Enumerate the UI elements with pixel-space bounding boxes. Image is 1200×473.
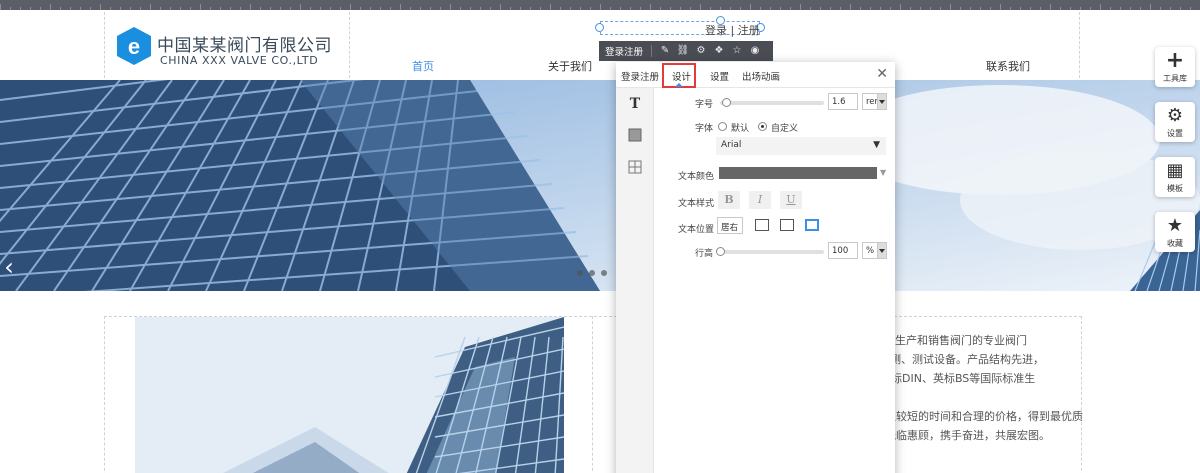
line-height-slider-knob[interactable] (716, 247, 725, 256)
building-photo[interactable] (135, 317, 564, 473)
template-icon: ▦ (1166, 160, 1184, 181)
font-size-label: 字号 (695, 100, 714, 110)
nav-item-about[interactable]: 关于我们 (548, 58, 592, 76)
layers-icon[interactable]: ❖ (710, 42, 728, 60)
toolbox-label: 工具库 (1163, 74, 1187, 83)
font-family-select[interactable]: Arial ▼ (716, 137, 886, 155)
line-height-input[interactable]: 100 (828, 242, 858, 259)
favorite-label: 收藏 (1167, 239, 1183, 248)
edit-icon[interactable]: ✎ (656, 42, 674, 60)
line-height-slider[interactable] (720, 250, 824, 254)
top-ruler (0, 0, 1200, 10)
tab-login-register[interactable]: 登录注册 (621, 69, 659, 83)
italic-button[interactable]: I (749, 191, 771, 209)
mini-toolbar-label: 登录注册 (605, 47, 644, 58)
company-logo-icon: e (117, 27, 151, 65)
settings-label: 设置 (1167, 129, 1183, 138)
svg-text:e: e (128, 34, 140, 59)
chevron-down-icon[interactable] (877, 243, 886, 258)
font-custom-label: 自定义 (771, 124, 799, 134)
banner-prev-arrow-icon[interactable]: ‹ (0, 252, 18, 282)
chevron-down-icon: ▼ (873, 140, 880, 150)
hero-banner: ‹ (0, 80, 1200, 291)
panel-side-nav: T (616, 88, 654, 473)
building-photo-image (135, 317, 564, 473)
chevron-down-icon[interactable] (877, 94, 886, 109)
intro-line: 等标DIN、英标BS等国际标准生 (880, 372, 1036, 385)
bold-button[interactable]: B (718, 191, 740, 209)
banner-dot[interactable] (589, 270, 595, 276)
text-color-label: 文本颜色 (678, 172, 715, 182)
toolbar-separator (651, 45, 653, 57)
align-left-icon[interactable] (755, 219, 769, 231)
link-icon[interactable]: ⛓ (674, 42, 692, 60)
tab-active-indicator (675, 83, 683, 87)
chevron-down-icon[interactable]: ▼ (880, 168, 886, 177)
font-default-radio[interactable] (718, 122, 727, 131)
font-size-slider-knob[interactable] (722, 98, 731, 107)
underline-button[interactable]: U (780, 191, 802, 209)
company-name-cn: 中国某某阀门有限公司 (157, 36, 332, 56)
font-family-label: 字体 (695, 124, 714, 134)
close-icon[interactable]: ✕ (876, 66, 888, 82)
font-family-value: Arial (721, 140, 742, 150)
text-style-icon[interactable]: T (627, 96, 643, 112)
align-center-icon[interactable] (780, 219, 794, 231)
banner-pagination (577, 270, 607, 276)
nav-item-contact[interactable]: 联系我们 (986, 58, 1030, 76)
text-position-label: 文本位置 (678, 225, 715, 235)
font-custom-radio[interactable] (758, 122, 767, 131)
template-label: 模板 (1167, 184, 1183, 193)
logo-block[interactable]: e 中国某某阀门有限公司 CHINA XXX VALVE CO.,LTD (104, 12, 350, 78)
login-register-link[interactable]: 登录 | 注册 (705, 22, 760, 38)
background-icon[interactable] (627, 128, 643, 144)
gears-icon: ⚙ (1166, 105, 1184, 126)
settings-button[interactable]: ⚙ 设置 (1155, 102, 1195, 142)
content-divider (592, 316, 593, 473)
font-default-label: 默认 (731, 124, 750, 134)
element-mini-toolbar: 登录注册 ✎ ⛓ ⚙ ❖ ☆ ◉ (599, 41, 773, 61)
panel-tab-bar: 登录注册 设计 设置 出场动画 ✕ (616, 62, 895, 88)
template-button[interactable]: ▦ 模板 (1155, 157, 1195, 197)
settings-icon[interactable]: ⚙ (692, 42, 710, 60)
toolbox-button[interactable]: + 工具库 (1155, 47, 1195, 87)
favorite-button[interactable]: ★ 收藏 (1155, 212, 1195, 252)
banner-dot[interactable] (577, 270, 583, 276)
banner-image (0, 80, 1200, 291)
line-height-label: 行高 (695, 249, 714, 259)
font-size-slider[interactable] (720, 101, 824, 105)
font-size-input[interactable]: 1.6 (828, 93, 858, 110)
text-position-value[interactable]: 居右 (717, 217, 743, 234)
company-name-en: CHINA XXX VALVE CO.,LTD (160, 54, 319, 67)
star-icon[interactable]: ☆ (728, 42, 746, 60)
design-panel: 登录注册 设计 设置 出场动画 ✕ T (616, 62, 895, 473)
tab-entrance-animation[interactable]: 出场动画 (742, 69, 780, 83)
editor-canvas: e 中国某某阀门有限公司 CHINA XXX VALVE CO.,LTD 登录 … (0, 0, 1200, 473)
text-color-swatch[interactable] (719, 167, 877, 179)
tab-settings[interactable]: 设置 (710, 69, 729, 83)
plus-icon: + (1165, 48, 1185, 73)
layout-grid-icon[interactable] (627, 160, 643, 176)
align-right-icon[interactable] (805, 219, 819, 231)
nav-item-home[interactable]: 首页 (412, 58, 434, 76)
favorite-icon: ★ (1166, 215, 1184, 236)
text-style-label: 文本样式 (678, 199, 715, 209)
banner-dot[interactable] (601, 270, 607, 276)
resize-handle-left[interactable] (595, 23, 604, 32)
eye-icon[interactable]: ◉ (746, 42, 764, 60)
